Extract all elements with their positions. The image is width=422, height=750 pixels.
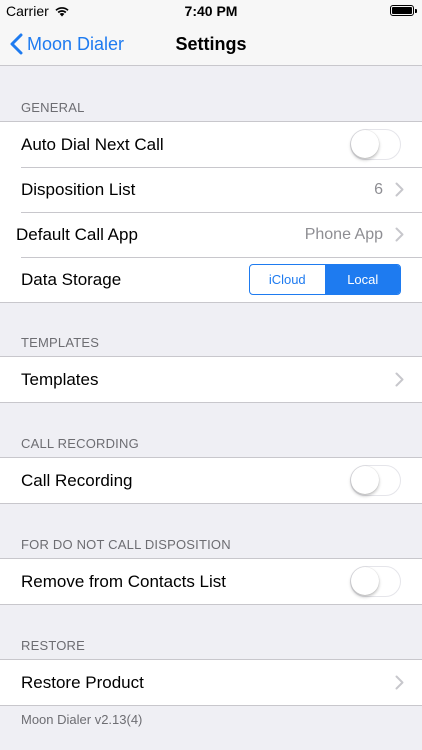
call-recording-label: Call Recording [21, 470, 133, 490]
restore-product-row[interactable]: Restore Product [0, 660, 422, 705]
data-storage-row: Data Storage iCloud Local [0, 257, 422, 302]
back-button-label: Moon Dialer [27, 33, 125, 54]
storage-option-icloud[interactable]: iCloud [250, 265, 325, 294]
call-recording-row: Call Recording [0, 458, 422, 503]
auto-dial-row: Auto Dial Next Call [0, 122, 422, 167]
data-storage-segmented-control: iCloud Local [249, 264, 401, 295]
chevron-right-icon [395, 675, 404, 690]
disposition-list-row[interactable]: Disposition List 6 [0, 167, 422, 212]
storage-option-local[interactable]: Local [324, 265, 400, 294]
toggle-knob [351, 466, 379, 494]
section-header-call-recording: CALL RECORDING [21, 436, 139, 451]
battery-icon [390, 5, 417, 16]
auto-dial-label: Auto Dial Next Call [21, 134, 164, 154]
section-header-general: GENERAL [21, 100, 85, 115]
templates-row[interactable]: Templates [0, 357, 422, 402]
default-call-app-value: Phone App [304, 225, 383, 243]
section-header-restore: RESTORE [21, 638, 86, 653]
do-not-call-group: Remove from Contacts List [0, 558, 422, 605]
toggle-knob [351, 130, 379, 158]
restore-product-label: Restore Product [21, 672, 144, 692]
call-recording-toggle[interactable] [350, 465, 401, 496]
remove-from-contacts-row: Remove from Contacts List [0, 559, 422, 604]
remove-from-contacts-label: Remove from Contacts List [21, 571, 227, 591]
remove-from-contacts-toggle[interactable] [350, 566, 401, 597]
call-recording-group: Call Recording [0, 457, 422, 504]
chevron-right-icon [395, 182, 404, 197]
auto-dial-toggle[interactable] [350, 129, 401, 160]
navigation-bar: Moon Dialer Settings [0, 22, 422, 66]
restore-group: Restore Product [0, 659, 422, 706]
chevron-right-icon [395, 227, 404, 242]
chevron-left-icon [10, 33, 23, 55]
general-group: Auto Dial Next Call Disposition List 6 D… [0, 121, 422, 303]
status-time: 7:40 PM [184, 3, 238, 19]
templates-label: Templates [21, 369, 99, 389]
status-bar: Carrier 7:40 PM [0, 0, 422, 22]
data-storage-label: Data Storage [21, 269, 122, 289]
version-label: Moon Dialer v2.13(4) [21, 712, 143, 727]
section-header-templates: TEMPLATES [21, 335, 100, 350]
toggle-knob [351, 567, 379, 595]
back-button[interactable]: Moon Dialer [10, 22, 124, 66]
chevron-right-icon [395, 372, 404, 387]
default-call-app-row[interactable]: Default Call App Phone App [0, 212, 422, 257]
disposition-count: 6 [374, 180, 383, 198]
disposition-list-label: Disposition List [21, 179, 136, 199]
section-header-do-not-call: FOR DO NOT CALL DISPOSITION [21, 537, 231, 552]
default-call-app-label: Default Call App [16, 224, 138, 244]
templates-group: Templates [0, 356, 422, 403]
